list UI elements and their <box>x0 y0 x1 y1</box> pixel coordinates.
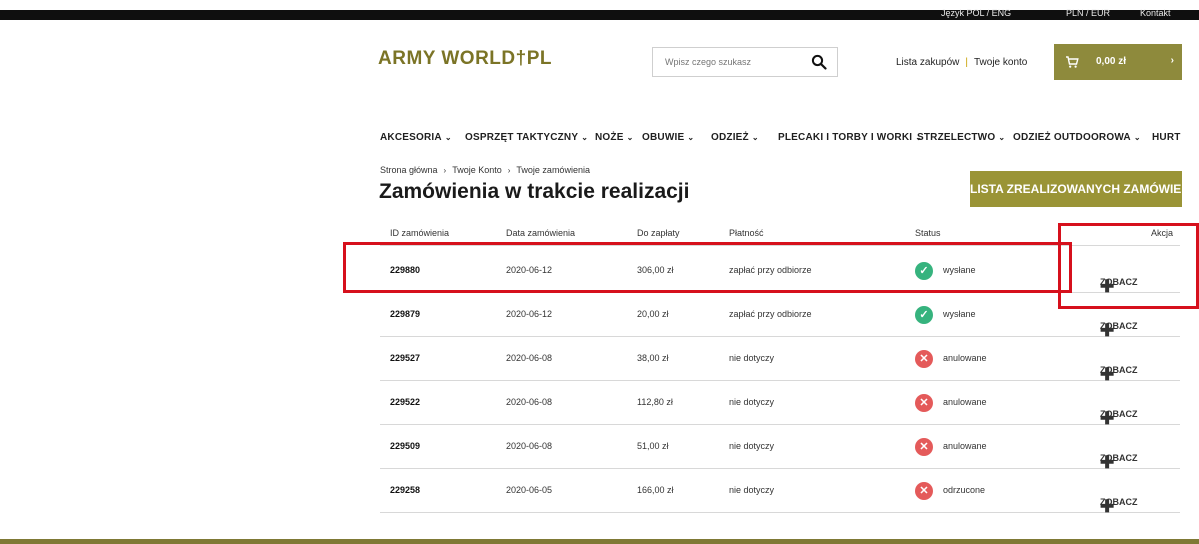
x-circle-icon: ✕ <box>915 394 933 412</box>
nav-label: OSPRZĘT TAKTYCZNY <box>465 132 579 143</box>
order-payment: nie dotyczy <box>729 441 775 451</box>
order-payment: nie dotyczy <box>729 397 775 407</box>
nav-label: ODZIEŻ <box>711 132 749 143</box>
site-logo[interactable]: ARMY WORLD†PL <box>378 48 552 70</box>
nav-label: NOŻE <box>595 132 624 143</box>
breadcrumb-account[interactable]: Twoje Konto <box>452 165 502 175</box>
completed-orders-button[interactable]: LISTA ZREALIZOWANYCH ZAMÓWIEŃ <box>970 171 1190 207</box>
header-amount: Do zapłaty <box>637 228 680 238</box>
order-amount: 51,00 zł <box>637 441 669 451</box>
chevron-down-icon: ⌄ <box>626 133 634 142</box>
x-circle-icon: ✕ <box>915 482 933 500</box>
order-payment: nie dotyczy <box>729 353 775 363</box>
language-switcher[interactable]: Język POL / ENG <box>941 8 1011 18</box>
link-separator: | <box>965 57 968 68</box>
view-label: ZOBACZ <box>1100 365 1138 375</box>
order-date: 2020-06-08 <box>506 397 553 407</box>
highlight-box-order-row <box>343 242 1072 293</box>
chevron-down-icon: ⌄ <box>1133 133 1141 142</box>
search-icon[interactable] <box>811 54 827 70</box>
footer-strip <box>0 539 1199 544</box>
order-amount: 112,80 zł <box>637 397 673 407</box>
highlight-box-action <box>1058 223 1199 309</box>
order-status: anulowane <box>943 441 987 451</box>
chevron-down-icon: ⌄ <box>581 133 589 142</box>
nav-item-strzelectwo[interactable]: STRZELECTWO ⌄ <box>917 132 1005 143</box>
contact-link[interactable]: Kontakt <box>1140 8 1171 18</box>
chevron-down-icon: ⌄ <box>751 133 759 142</box>
cart-icon <box>1066 56 1079 68</box>
page-title: Zamówienia w trakcie realizacji <box>379 180 690 203</box>
order-date: 2020-06-12 <box>506 309 553 319</box>
nav-item-akcesoria[interactable]: AKCESORIA ⌄ <box>380 132 452 143</box>
currency-switcher[interactable]: PLN / EUR <box>1066 8 1110 18</box>
nav-item-plecaki[interactable]: PLECAKI I TORBY I WORKI ⌄ <box>778 132 922 143</box>
order-status: wysłane <box>943 309 976 319</box>
check-circle-icon: ✓ <box>915 306 933 324</box>
nav-item-hurt[interactable]: HURT <box>1152 132 1181 143</box>
top-bar: Język POL / ENG PLN / EUR Kontakt <box>0 8 1199 20</box>
nav-item-odziez-outdoorowa[interactable]: ODZIEŻ OUTDOOROWA ⌄ <box>1013 132 1141 143</box>
order-date: 2020-06-08 <box>506 441 553 451</box>
order-id: 229527 <box>390 353 421 363</box>
order-payment: zapłać przy odbiorze <box>729 309 812 319</box>
table-row: 229522 2020-06-08 112,80 zł nie dotyczy … <box>380 381 1180 428</box>
chevron-right-icon: › <box>443 166 447 175</box>
breadcrumb-home[interactable]: Strona główna <box>380 165 438 175</box>
account-link[interactable]: Twoje konto <box>974 57 1027 68</box>
table-row: 229258 2020-06-05 166,00 zł nie dotyczy … <box>380 469 1180 516</box>
order-amount: 166,00 zł <box>637 485 674 495</box>
nav-label: HURT <box>1152 132 1181 143</box>
order-status: anulowane <box>943 397 987 407</box>
order-payment: nie dotyczy <box>729 485 775 495</box>
nav-label: ODZIEŻ OUTDOOROWA <box>1013 132 1131 143</box>
account-links: Lista zakupów | Twoje konto <box>896 57 1027 68</box>
cart-amount: 0,00 zł <box>1096 56 1127 67</box>
order-date: 2020-06-05 <box>506 485 553 495</box>
order-status: odrzucone <box>943 485 986 495</box>
order-date: 2020-06-08 <box>506 353 553 363</box>
header-payment: Płatność <box>729 228 764 238</box>
chevron-down-icon: ⌄ <box>687 133 695 142</box>
order-id: 229879 <box>390 309 421 319</box>
nav-label: STRZELECTWO <box>917 132 996 143</box>
order-id: 229522 <box>390 397 421 407</box>
table-row: 229509 2020-06-08 51,00 zł nie dotyczy ✕… <box>380 425 1180 472</box>
header-status: Status <box>915 228 941 238</box>
breadcrumb-orders: Twoje zamówienia <box>516 165 590 175</box>
nav-item-osprzet[interactable]: OSPRZĘT TAKTYCZNY ⌄ <box>465 132 588 143</box>
chevron-down-icon: ⌄ <box>444 133 452 142</box>
table-row: 229527 2020-06-08 38,00 zł nie dotyczy ✕… <box>380 337 1180 384</box>
nav-label: OBUWIE <box>642 132 685 143</box>
cart-button[interactable]: 0,00 zł › <box>1054 44 1182 80</box>
order-id: 229258 <box>390 485 421 495</box>
breadcrumb: Strona główna › Twoje Konto › Twoje zamówien… <box>380 165 590 175</box>
nav-label: AKCESORIA <box>380 132 442 143</box>
x-circle-icon: ✕ <box>915 350 933 368</box>
nav-item-noze[interactable]: NOŻE ⌄ <box>595 132 634 143</box>
order-amount: 38,00 zł <box>637 353 669 363</box>
header-date: Data zamówienia <box>506 228 576 238</box>
chevron-right-icon: › <box>507 166 511 175</box>
shopping-list-link[interactable]: Lista zakupów <box>896 57 959 68</box>
view-label: ZOBACZ <box>1100 497 1138 507</box>
nav-label: PLECAKI I TORBY I WORKI <box>778 132 913 143</box>
nav-item-obuwie[interactable]: OBUWIE ⌄ <box>642 132 694 143</box>
search-box <box>652 47 838 77</box>
chevron-down-icon: ⌄ <box>998 133 1006 142</box>
view-label: ZOBACZ <box>1100 453 1138 463</box>
view-label: ZOBACZ <box>1100 409 1138 419</box>
x-circle-icon: ✕ <box>915 438 933 456</box>
header-id: ID zamówienia <box>390 228 450 238</box>
order-status: anulowane <box>943 353 987 363</box>
order-amount: 20,00 zł <box>637 309 669 319</box>
order-id: 229509 <box>390 441 421 451</box>
nav-item-odziez[interactable]: ODZIEŻ ⌄ <box>711 132 759 143</box>
search-input[interactable] <box>653 48 803 76</box>
chevron-right-icon: › <box>1170 55 1174 66</box>
view-label: ZOBACZ <box>1100 321 1138 331</box>
